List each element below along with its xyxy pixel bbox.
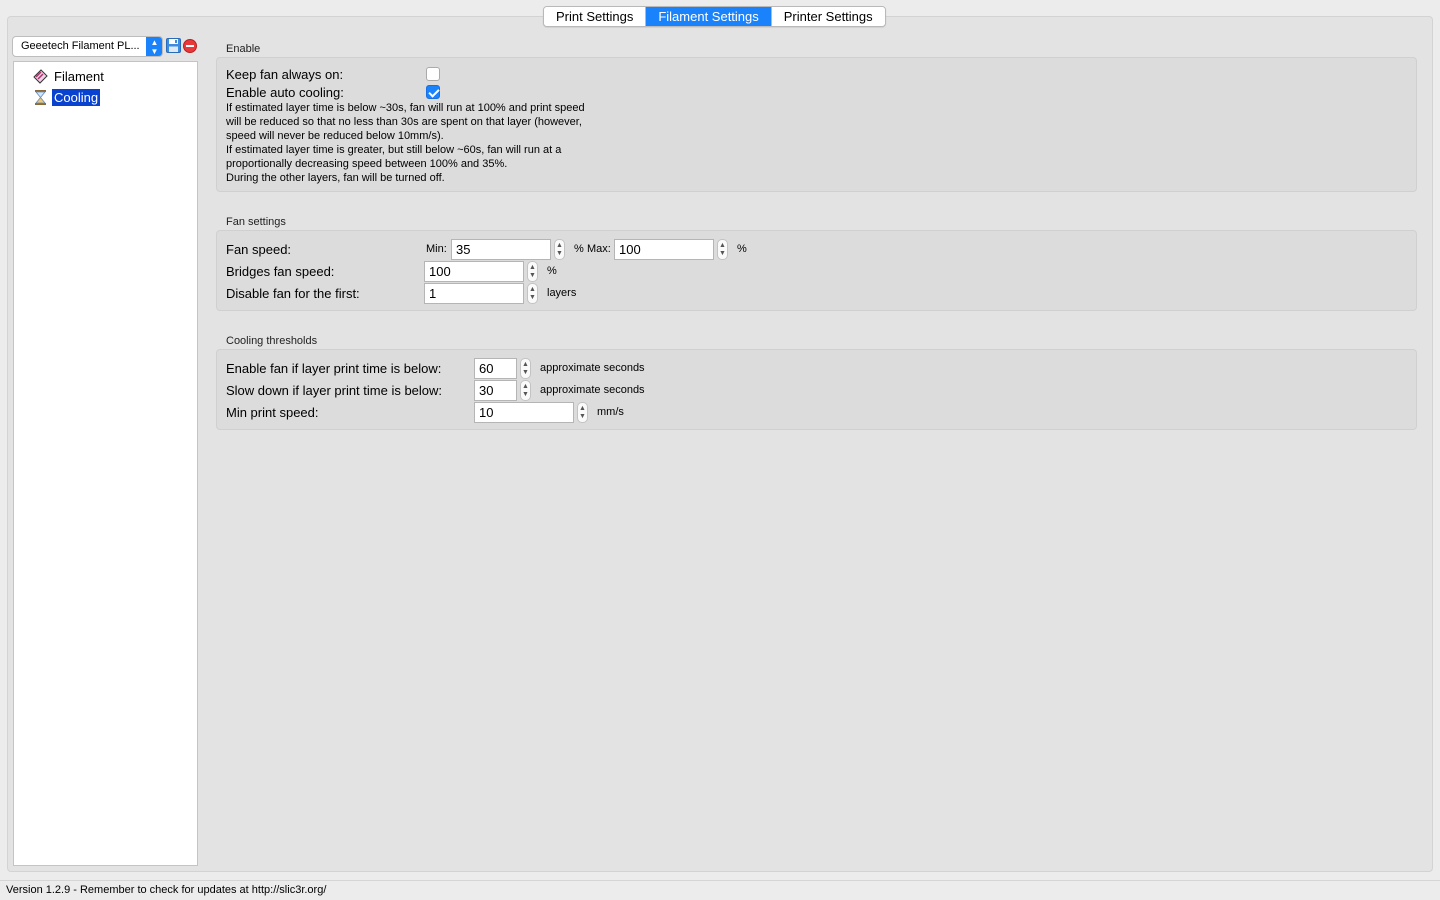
description-line: proportionally decreasing speed between … <box>226 158 508 170</box>
fan-max-label: Max: <box>587 243 611 255</box>
description-line: speed will never be reduced below 10mm/s… <box>226 130 444 142</box>
fan-min-input[interactable]: 35 <box>451 239 551 260</box>
min-print-speed-stepper[interactable]: ▲ ▼ <box>577 402 588 423</box>
fan-settings-group <box>216 230 1417 311</box>
fan-min-label: Min: <box>426 243 447 255</box>
group-title-enable: Enable <box>226 43 261 55</box>
chevron-updown-icon: ▲ ▼ <box>146 37 162 56</box>
slow-down-threshold-unit: approximate seconds <box>540 384 645 396</box>
slow-down-threshold-input[interactable]: 30 <box>474 380 517 401</box>
disable-fan-label: Disable fan for the first: <box>226 286 360 301</box>
tab-print-settings[interactable]: Print Settings <box>544 7 647 26</box>
fan-min-stepper[interactable]: ▲ ▼ <box>554 239 565 260</box>
preset-dropdown[interactable]: Geeetech Filament PL... ▲ ▼ <box>12 36 163 57</box>
settings-page-tree: Filament Cooling <box>13 61 198 866</box>
disable-fan-input[interactable]: 1 <box>424 283 524 304</box>
status-bar: Version 1.2.9 - Remember to check for up… <box>0 880 1440 900</box>
group-title-fan-settings: Fan settings <box>226 216 286 228</box>
slow-down-threshold-stepper[interactable]: ▲ ▼ <box>520 380 531 401</box>
keep-fan-checkbox[interactable] <box>426 67 440 81</box>
preset-dropdown-value: Geeetech Filament PL... <box>21 40 140 52</box>
description-line: During the other layers, fan will be tur… <box>226 172 445 184</box>
auto-cooling-checkbox[interactable] <box>426 85 440 99</box>
enable-fan-threshold-input[interactable]: 60 <box>474 358 517 379</box>
tree-item-label: Filament <box>54 68 104 84</box>
enable-fan-threshold-label: Enable fan if layer print time is below: <box>226 361 442 376</box>
bridges-fan-stepper[interactable]: ▲ ▼ <box>527 261 538 282</box>
enable-fan-threshold-stepper[interactable]: ▲ ▼ <box>520 358 531 379</box>
slow-down-threshold-label: Slow down if layer print time is below: <box>226 383 443 398</box>
fan-max-stepper[interactable]: ▲ ▼ <box>717 239 728 260</box>
group-title-cooling-thresholds: Cooling thresholds <box>226 335 318 347</box>
min-print-speed-input[interactable]: 10 <box>474 402 574 423</box>
cooling-description: If estimated layer time is below ~30s, f… <box>226 101 585 185</box>
min-print-speed-unit: mm/s <box>597 406 624 418</box>
bridges-fan-label: Bridges fan speed: <box>226 264 335 279</box>
fan-max-input[interactable]: 100 <box>614 239 714 260</box>
bridges-fan-unit: % <box>547 265 557 277</box>
description-line: will be reduced so that no less than 30s… <box>226 116 582 128</box>
fan-max-unit: % <box>737 243 747 255</box>
enable-fan-threshold-unit: approximate seconds <box>540 362 645 374</box>
slic3r-window: Print Settings Filament Settings Printer… <box>0 0 1440 900</box>
save-preset-icon[interactable] <box>166 38 181 53</box>
disable-fan-unit: layers <box>547 287 577 299</box>
description-line: If estimated layer time is below ~30s, f… <box>226 102 585 114</box>
tree-item-filament[interactable]: Filament <box>32 66 106 86</box>
hourglass-icon <box>35 89 46 105</box>
bridges-fan-input[interactable]: 100 <box>424 261 524 282</box>
min-print-speed-label: Min print speed: <box>226 405 319 420</box>
fan-speed-label: Fan speed: <box>226 242 292 257</box>
description-line: If estimated layer time is greater, but … <box>226 144 562 156</box>
tree-item-label: Cooling <box>52 88 101 106</box>
disable-fan-stepper[interactable]: ▲ ▼ <box>527 283 538 304</box>
settings-tabs: Print Settings Filament Settings Printer… <box>543 6 886 27</box>
tree-item-cooling[interactable]: Cooling <box>32 87 101 107</box>
spool-icon <box>33 68 48 84</box>
keep-fan-label: Keep fan always on: <box>226 67 344 82</box>
auto-cooling-label: Enable auto cooling: <box>226 85 344 100</box>
delete-preset-icon[interactable] <box>183 39 197 53</box>
tab-filament-settings[interactable]: Filament Settings <box>646 7 772 26</box>
tab-printer-settings[interactable]: Printer Settings <box>771 7 885 26</box>
fan-min-unit: % <box>574 243 584 255</box>
